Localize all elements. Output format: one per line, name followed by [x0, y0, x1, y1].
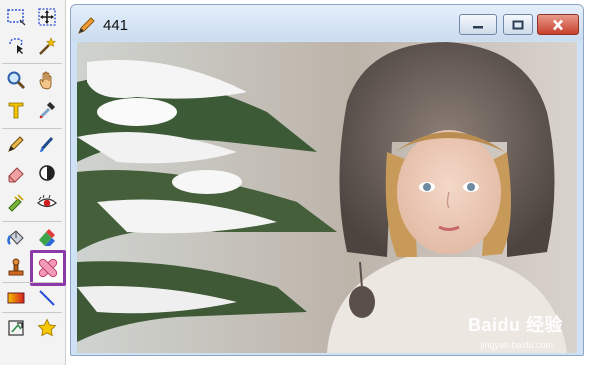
lasso-icon[interactable] — [4, 34, 28, 58]
stamp-icon[interactable] — [4, 256, 28, 280]
rectangle-select-icon[interactable] — [4, 5, 28, 29]
window-title: 441 — [103, 17, 129, 34]
maximize-icon — [512, 20, 524, 29]
maximize-button[interactable] — [503, 14, 533, 35]
contrast-icon[interactable] — [35, 161, 59, 185]
tool-palette — [0, 0, 66, 365]
image-document-window: 441 Baidu 经验 jingyan.baidu.com — [70, 4, 584, 356]
minimize-icon — [473, 25, 483, 28]
text-tool-icon[interactable] — [4, 98, 28, 122]
color-replace-icon[interactable] — [35, 226, 59, 250]
eyedropper-icon[interactable] — [35, 98, 59, 122]
brush-icon[interactable] — [35, 132, 59, 156]
image-canvas[interactable]: Baidu 经验 jingyan.baidu.com — [77, 42, 577, 353]
red-eye-icon[interactable] — [35, 191, 59, 215]
pencil-icon — [78, 17, 95, 34]
transform-icon[interactable] — [4, 316, 28, 340]
watermark-logo: Baidu 经验 — [467, 315, 563, 335]
clone-stamp-icon[interactable] — [4, 191, 28, 215]
close-icon — [553, 19, 563, 30]
gradient-icon[interactable] — [4, 286, 28, 310]
watermark-url: jingyan.baidu.com — [480, 340, 553, 350]
eraser-icon[interactable] — [4, 161, 28, 185]
magic-wand-icon[interactable] — [35, 34, 59, 58]
move-icon[interactable] — [35, 5, 59, 29]
line-icon[interactable] — [35, 286, 59, 310]
close-button[interactable] — [537, 14, 579, 35]
pencil-icon[interactable] — [4, 132, 28, 156]
photo-girl-in-snow — [77, 42, 577, 353]
paint-bucket-icon[interactable] — [4, 226, 28, 250]
window-title-bar[interactable]: 441 — [71, 5, 583, 41]
minimize-button[interactable] — [459, 14, 497, 35]
magnifier-icon[interactable] — [4, 68, 28, 92]
hand-icon[interactable] — [35, 68, 59, 92]
bandage-icon[interactable] — [30, 250, 66, 286]
star-icon[interactable] — [35, 316, 59, 340]
